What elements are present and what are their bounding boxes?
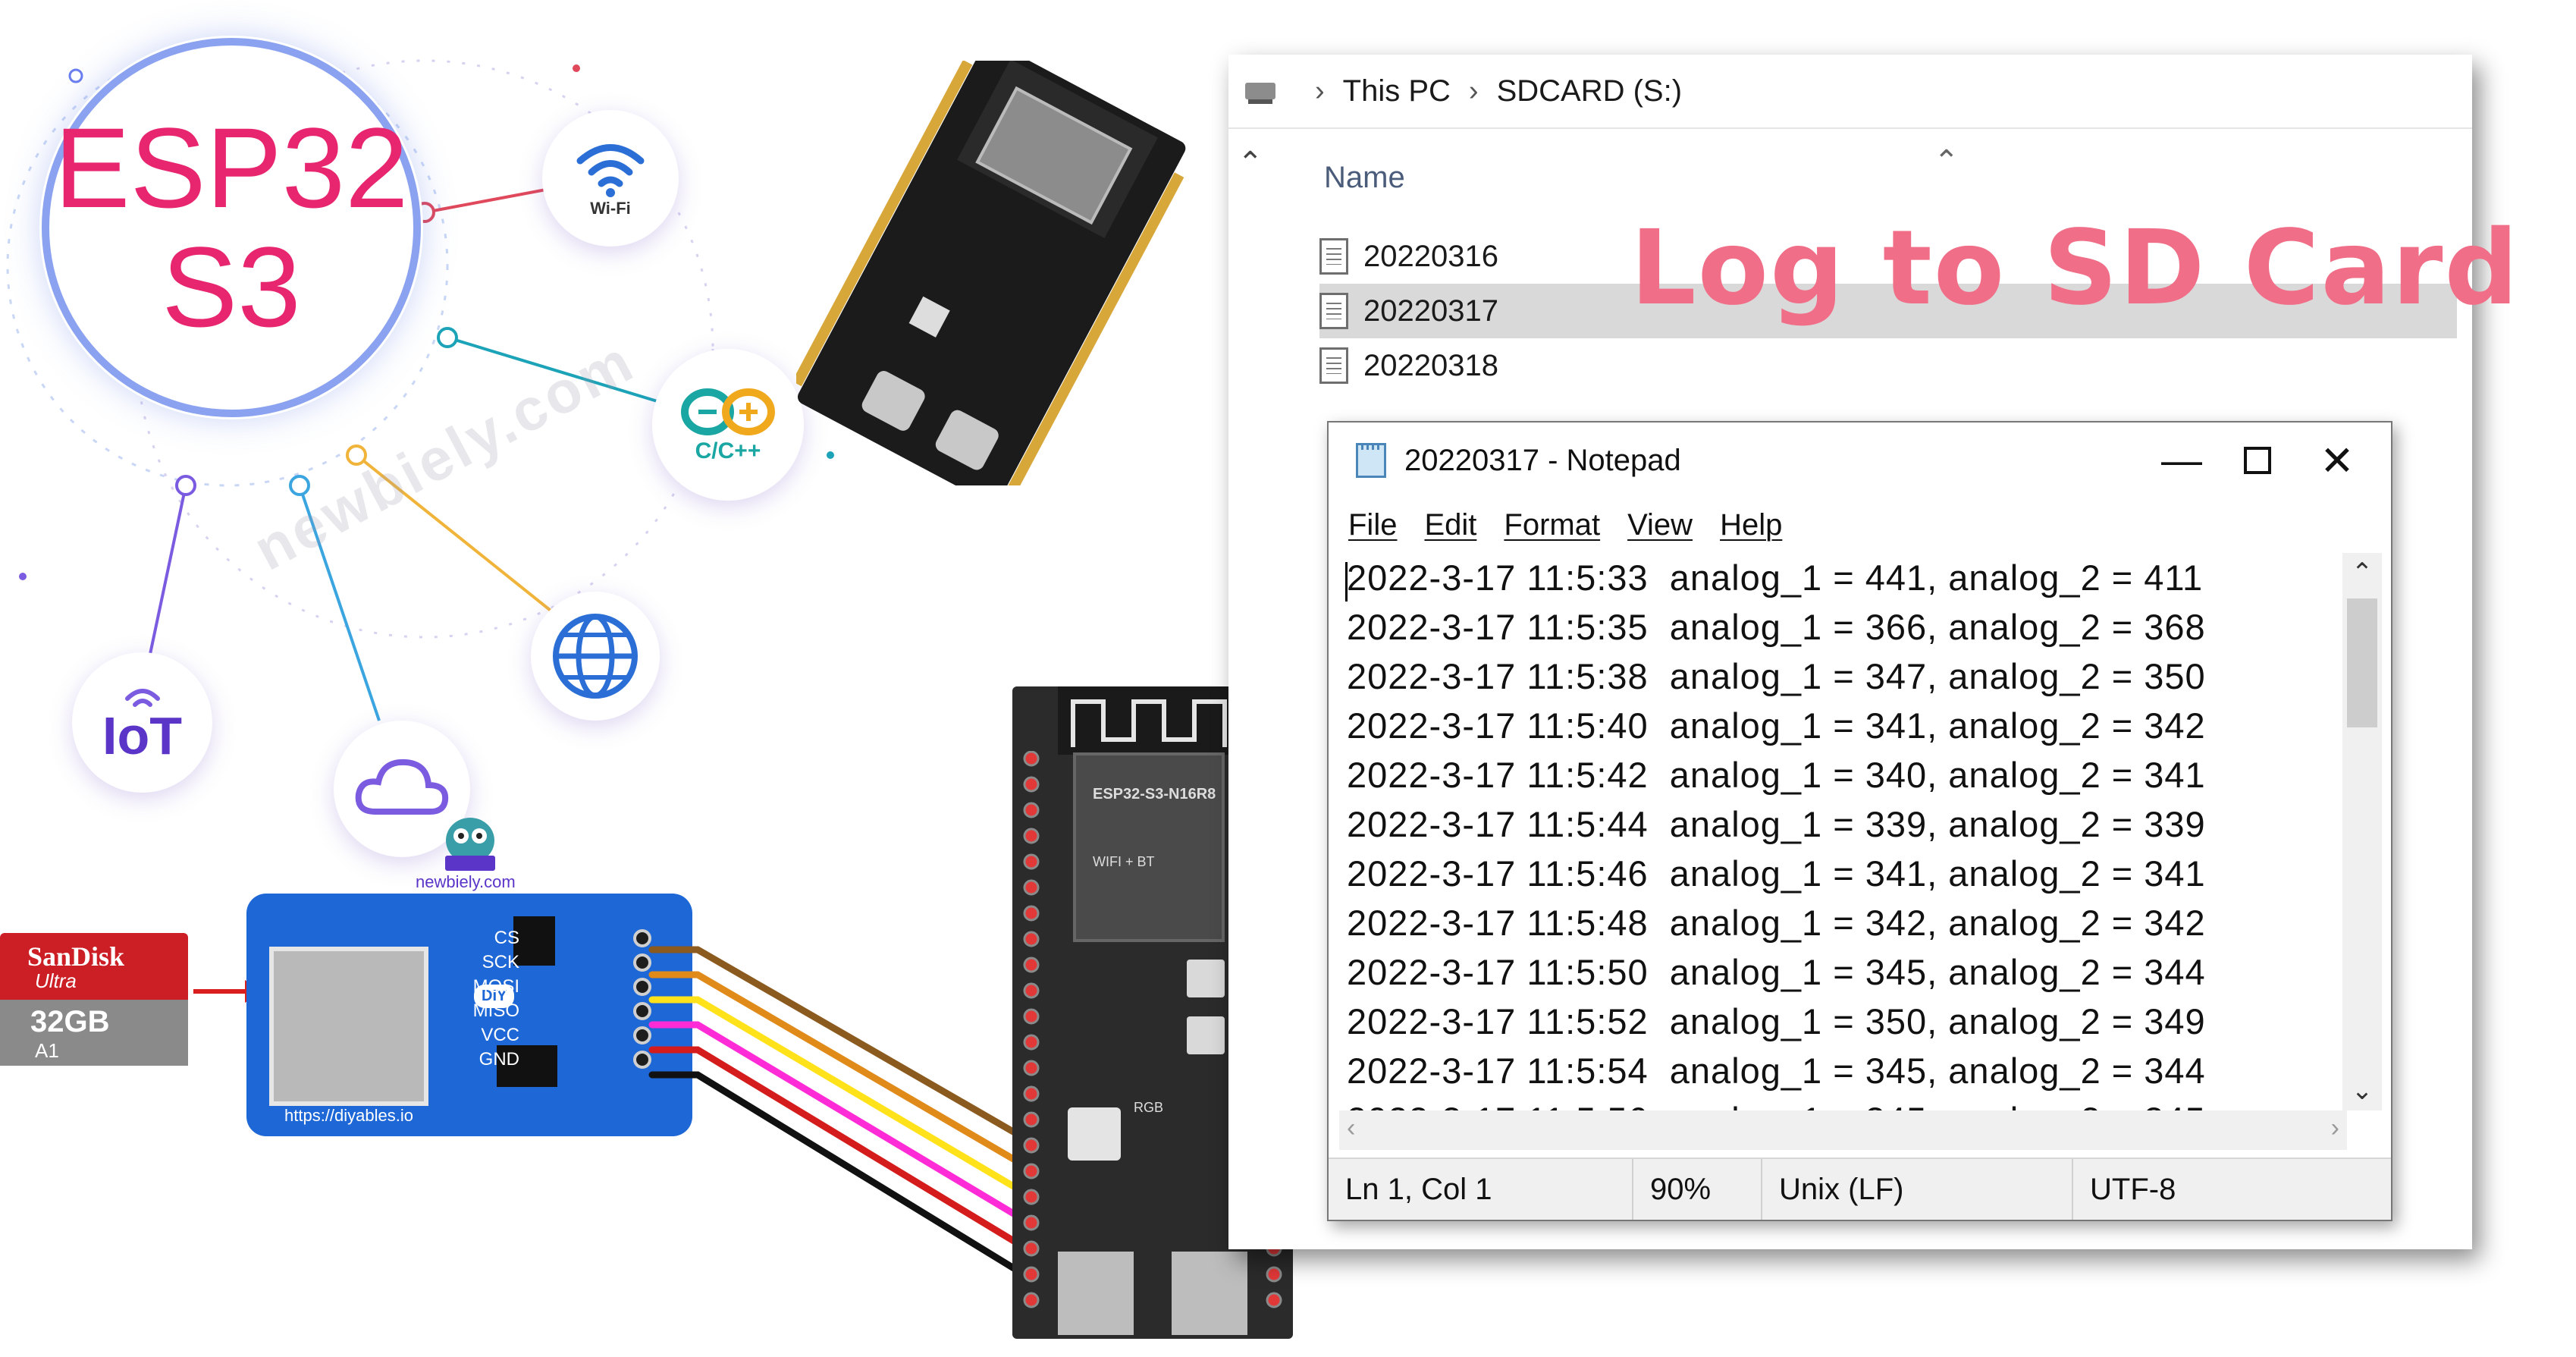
notepad-window: 20220317 - Notepad — ✕ File Edit Format … xyxy=(1327,421,2392,1221)
text-file-icon xyxy=(1319,293,1348,329)
file-name: 20220318 xyxy=(1363,348,1498,382)
scroll-left-icon[interactable]: ‹ xyxy=(1347,1114,1355,1143)
header-pin xyxy=(1023,931,1040,947)
menu-help[interactable]: Help xyxy=(1720,508,1782,542)
header-pin xyxy=(1023,1034,1040,1051)
log-line: 2022-3-17 11:5:50 analog_1 = 345, analog… xyxy=(1347,952,2206,992)
scroll-down-icon[interactable]: ⌄ xyxy=(2342,1076,2382,1106)
header-pin xyxy=(1023,982,1040,999)
log-line: 2022-3-17 11:5:52 analog_1 = 350, analog… xyxy=(1347,1001,2206,1041)
scroll-up-icon[interactable]: ⌃ xyxy=(2342,558,2382,588)
menu-edit[interactable]: Edit xyxy=(1424,508,1476,542)
line-endings: Unix (LF) xyxy=(1761,1159,2072,1220)
drive-icon xyxy=(1245,83,1275,104)
header-pin xyxy=(1023,1189,1040,1205)
zoom-level: 90% xyxy=(1632,1159,1761,1220)
file-name: 20220317 xyxy=(1363,294,1498,328)
breadcrumb-this-pc[interactable]: This PC xyxy=(1343,74,1451,108)
notepad-titlebar[interactable]: 20220317 - Notepad — ✕ xyxy=(1329,422,2391,498)
header-pin xyxy=(1023,751,1040,767)
minimize-button[interactable]: — xyxy=(2144,438,2220,483)
log-line: 2022-3-17 11:5:44 analog_1 = 339, analog… xyxy=(1347,804,2206,844)
text-file-icon xyxy=(1319,347,1348,384)
log-line: 2022-3-17 11:5:33 analog_1 = 441, analog… xyxy=(1347,558,2204,598)
vertical-scrollbar[interactable]: ⌃ ⌄ xyxy=(2342,553,2382,1110)
header-pin xyxy=(1023,1214,1040,1231)
header-pin xyxy=(1023,1085,1040,1102)
breadcrumb-sdcard[interactable]: SDCARD (S:) xyxy=(1497,74,1682,108)
header-pin xyxy=(1023,1240,1040,1257)
log-line: 2022-3-17 11:5:48 analog_1 = 342, analog… xyxy=(1347,903,2206,943)
header-pin xyxy=(1023,1292,1040,1308)
notepad-title: 20220317 - Notepad xyxy=(1404,443,1681,477)
header-pin xyxy=(1266,1292,1282,1308)
header-pin xyxy=(1023,956,1040,973)
text-file-icon xyxy=(1319,238,1348,275)
pcb-antenna xyxy=(1058,686,1240,755)
file-name: 20220316 xyxy=(1363,239,1498,273)
maximize-icon xyxy=(2244,447,2271,474)
notepad-text-area[interactable]: 2022-3-17 11:5:33 analog_1 = 441, analog… xyxy=(1339,553,2348,1110)
log-to-sd-card-banner: Log to SD Card xyxy=(1630,209,2520,328)
log-line: 2022-3-17 11:5:54 analog_1 = 345, analog… xyxy=(1347,1051,2206,1091)
header-pin xyxy=(1023,1111,1040,1128)
horizontal-scrollbar[interactable]: ‹ › xyxy=(1339,1110,2347,1150)
header-pin xyxy=(1023,879,1040,896)
header-pin xyxy=(1023,1137,1040,1154)
header-pin xyxy=(1023,776,1040,793)
maximize-button[interactable] xyxy=(2220,438,2295,483)
log-line: 2022-3-17 11:5:35 analog_1 = 366, analog… xyxy=(1347,607,2206,647)
header-pin xyxy=(1023,853,1040,870)
scroll-up-icon[interactable]: ⌃ xyxy=(1238,146,1263,181)
scroll-right-icon[interactable]: › xyxy=(2331,1114,2339,1143)
chevron-right-icon: › xyxy=(1315,74,1325,107)
header-pin xyxy=(1023,905,1040,922)
header-pin xyxy=(1023,1163,1040,1180)
address-bar[interactable]: › This PC › SDCARD (S:) xyxy=(1228,55,2472,129)
cursor-position: Ln 1, Col 1 xyxy=(1345,1173,1492,1206)
header-pin xyxy=(1266,1266,1282,1283)
menu-format[interactable]: Format xyxy=(1504,508,1600,542)
column-header-name[interactable]: Name xyxy=(1324,161,1405,195)
scroll-thumb[interactable] xyxy=(2347,598,2377,727)
close-button[interactable]: ✕ xyxy=(2299,438,2375,484)
header-pin xyxy=(1023,1008,1040,1025)
menu-file[interactable]: File xyxy=(1348,508,1397,542)
log-line-partial: 2022-3-17 11:5:56 analog_1 = 345, analog… xyxy=(1347,1095,2206,1110)
log-line: 2022-3-17 11:5:38 analog_1 = 347, analog… xyxy=(1347,656,2206,696)
header-pin xyxy=(1023,802,1040,818)
header-pin xyxy=(1023,1266,1040,1283)
encoding: UTF-8 xyxy=(2072,1159,2360,1220)
log-line: 2022-3-17 11:5:46 analog_1 = 341, analog… xyxy=(1347,853,2206,894)
notepad-icon xyxy=(1356,443,1386,478)
file-row[interactable]: 20220318 xyxy=(1319,338,2457,393)
status-bar: Ln 1, Col 1 90% Unix (LF) UTF-8 xyxy=(1329,1158,2391,1220)
menu-bar: File Edit Format View Help xyxy=(1329,498,2391,551)
header-pin xyxy=(1023,828,1040,844)
header-pin xyxy=(1023,1060,1040,1076)
sort-ascending-icon: ⌃ xyxy=(1934,145,1959,178)
log-line: 2022-3-17 11:5:42 analog_1 = 340, analog… xyxy=(1347,755,2206,795)
chevron-right-icon: › xyxy=(1468,74,1479,107)
log-line: 2022-3-17 11:5:40 analog_1 = 341, analog… xyxy=(1347,705,2206,746)
menu-view[interactable]: View xyxy=(1627,508,1693,542)
